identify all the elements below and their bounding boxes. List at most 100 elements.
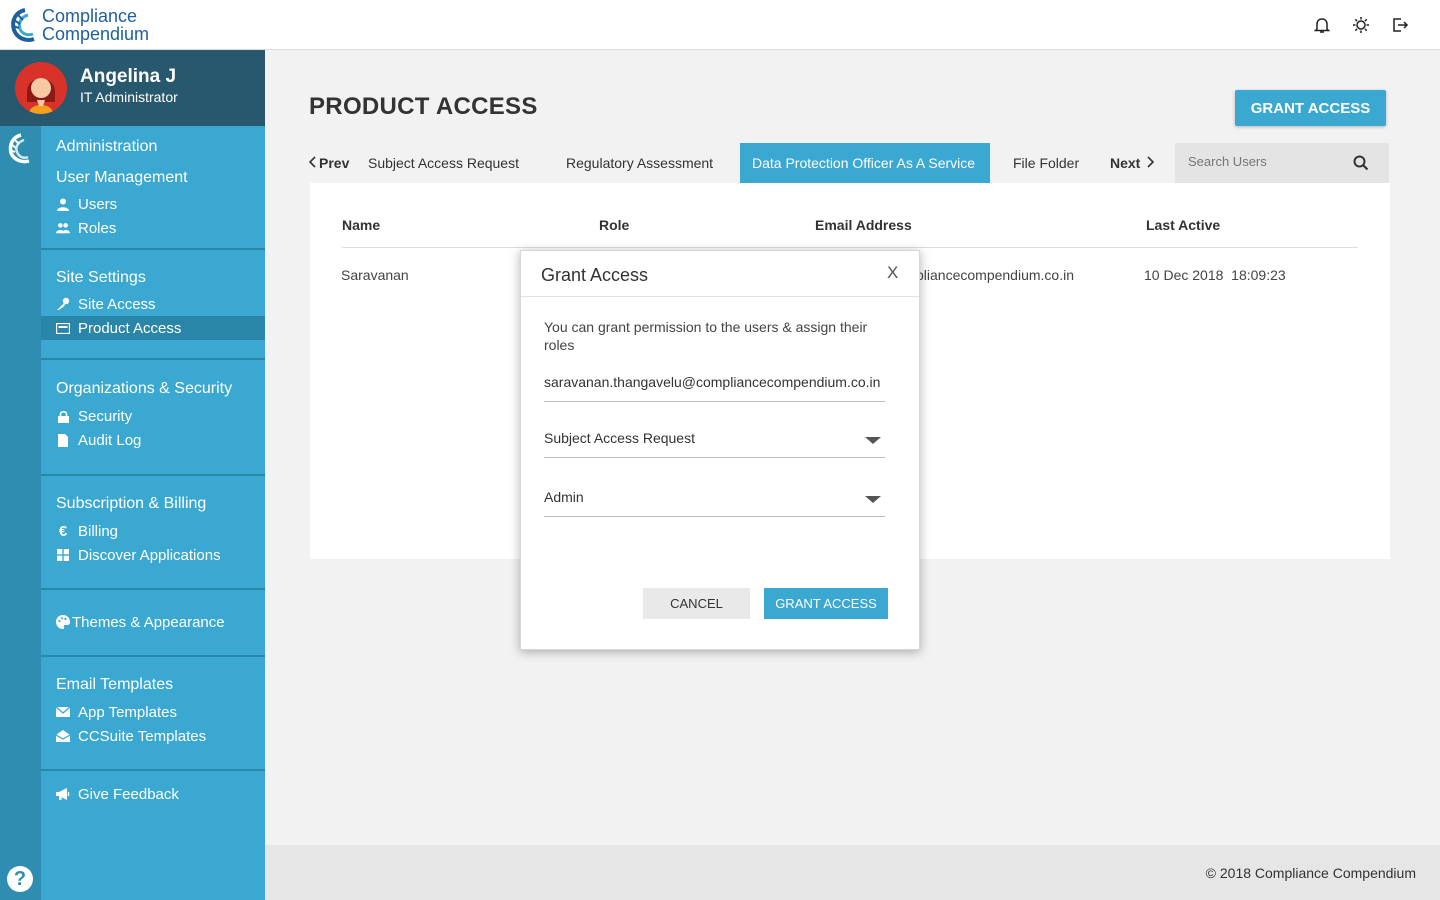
profile-role: IT Administrator [80,89,178,105]
tab-label: Regulatory Assessment [566,155,714,171]
sidebar-item-users[interactable]: Users [41,192,265,216]
sidebar-item-label: Give Feedback [78,785,179,803]
section-email-templates: Email Templates App Templates CCSuite Te… [41,657,265,771]
email-value: saravanan.thangavelu@compliancecompendiu… [544,374,881,390]
logo-text-line1: Compliance [42,6,138,26]
tab-label: Subject Access Request [368,155,519,171]
megaphone-icon [56,787,70,801]
envelope-open-icon [56,729,70,743]
section-title-org-security[interactable]: Organizations & Security [56,380,232,398]
section-title-email-templates[interactable]: Email Templates [56,676,173,694]
sidebar-item-themes[interactable]: Themes & Appearance [41,610,265,634]
tab-prev[interactable]: Prev [308,143,350,183]
app-logo[interactable]: Compliance Compendium [8,6,149,44]
cell-email: pliancecompendium.co.in [916,267,1074,283]
chevron-down-icon [865,437,881,444]
tab-next[interactable]: Next [1110,143,1155,183]
envelope-icon [56,705,70,719]
cancel-button[interactable]: CANCEL [643,588,750,619]
logout-icon[interactable] [1389,14,1410,35]
dialog-title: Grant Access [541,265,649,285]
email-field[interactable]: saravanan.thangavelu@compliancecompendiu… [544,365,885,402]
role-select[interactable]: Admin [544,480,885,517]
card-icon [56,321,70,335]
search-users [1175,143,1389,183]
tab-label: Data Protection Officer As A Service [752,155,976,171]
sidebar-item-roles[interactable]: Roles [41,216,265,240]
sidebar-item-label: Product Access [78,319,182,337]
section-title-subscription-billing[interactable]: Subscription & Billing [56,495,206,513]
section-site-settings: Site Settings Site Access Product Access [41,250,265,360]
tab-subject-access-request[interactable]: Subject Access Request [368,143,519,183]
euro-icon: € [58,522,68,540]
sidebar-item-label: Security [78,407,133,425]
bell-icon[interactable] [1311,14,1332,35]
top-bar: Compliance Compendium [0,0,1440,50]
sidebar-item-billing[interactable]: € Billing [41,519,265,543]
cell-name: Saravanan [341,267,409,283]
key-icon [56,297,70,311]
document-icon [56,433,70,447]
tab-data-protection-officer[interactable]: Data Protection Officer As A Service [740,143,990,183]
dialog-description: You can grant permission to the users & … [544,319,868,353]
logo-icon [11,8,35,42]
grant-access-dialog: Grant Access X You can grant permission … [520,250,920,650]
column-header-role[interactable]: Role [599,217,629,233]
tab-file-folder[interactable]: File Folder [1013,143,1079,183]
sidebar-item-give-feedback[interactable]: Give Feedback [41,782,265,806]
product-select[interactable]: Subject Access Request [544,421,885,458]
section-administration: Administration User Management Users Rol… [41,126,265,250]
chevron-left-icon [308,155,316,171]
rail-logo-icon[interactable] [6,132,36,166]
sidebar-item-audit-log[interactable]: Audit Log [41,428,265,452]
section-title-site-settings[interactable]: Site Settings [56,269,146,287]
sidebar-item-product-access[interactable]: Product Access [41,316,265,340]
sidebar-item-label: Users [78,195,118,213]
sidebar: Administration User Management Users Rol… [41,126,265,900]
sidebar-item-site-access[interactable]: Site Access [41,292,265,316]
sidebar-item-discover-applications[interactable]: Discover Applications [41,543,265,567]
tab-regulatory-assessment[interactable]: Regulatory Assessment [566,143,713,183]
column-header-last-active[interactable]: Last Active [1146,217,1220,233]
cell-last-active: 10 Dec 2018 18:09:23 [1144,267,1286,283]
column-header-name[interactable]: Name [342,217,380,233]
copyright: © 2018 Compliance Compendium [1205,865,1416,881]
column-header-email[interactable]: Email Address [815,217,912,233]
lock-icon [56,409,70,423]
chevron-down-icon [865,496,881,503]
palette-icon [56,615,70,629]
sidebar-item-label: App Templates [78,703,177,721]
profile-panel: Angelina J IT Administrator [0,50,265,126]
dialog-grant-access-button[interactable]: GRANT ACCESS [764,588,888,619]
subsection-title-user-management[interactable]: User Management [56,169,188,187]
tab-prev-label: Prev [319,155,350,171]
sun-icon[interactable] [1350,14,1371,35]
close-icon[interactable]: X [887,263,898,283]
user-icon [56,197,70,211]
sidebar-item-label: Billing [78,522,119,540]
sidebar-item-label: Themes & Appearance [72,613,225,631]
sidebar-item-label: Discover Applications [78,546,221,564]
sidebar-item-security[interactable]: Security [41,404,265,428]
profile-name: Angelina J [80,66,177,87]
users-group-icon [56,221,70,235]
grid-icon [56,548,70,562]
logo-text-line2: Compendium [42,24,150,44]
tab-next-label: Next [1110,155,1141,171]
section-title-administration[interactable]: Administration [56,138,157,156]
grant-access-button[interactable]: GRANT ACCESS [1235,90,1386,126]
help-icon[interactable]: ? [7,866,33,892]
header-divider [342,247,1358,248]
sidebar-item-label: CCSuite Templates [78,727,207,745]
section-subscription-billing: Subscription & Billing € Billing Discove… [41,476,265,590]
tab-label: File Folder [1013,155,1080,171]
search-input[interactable] [1188,154,1348,169]
avatar[interactable] [15,62,67,114]
search-icon[interactable] [1353,155,1369,176]
left-rail: ? [0,126,41,900]
sidebar-item-label: Site Access [78,295,156,313]
sidebar-item-label: Roles [78,219,117,237]
sidebar-item-ccsuite-templates[interactable]: CCSuite Templates [41,724,265,748]
sidebar-item-app-templates[interactable]: App Templates [41,700,265,724]
page-title: PRODUCT ACCESS [309,93,538,120]
